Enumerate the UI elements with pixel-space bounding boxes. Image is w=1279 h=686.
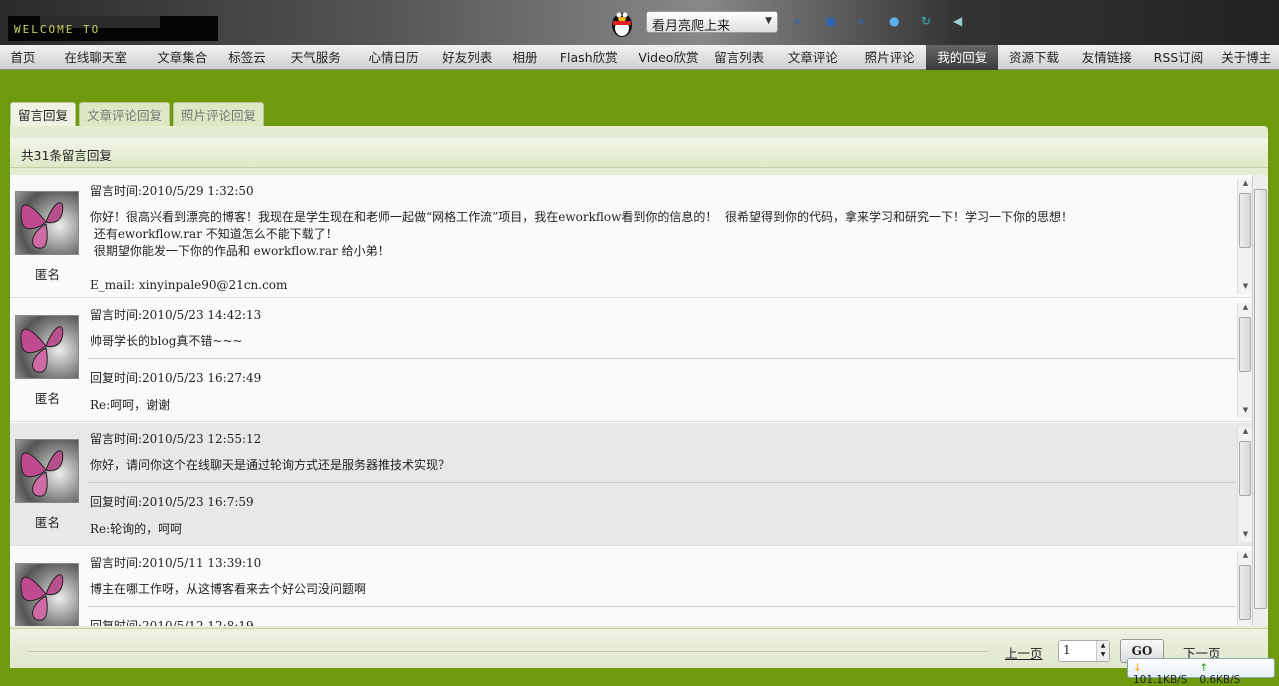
nav-item[interactable]: 首页 [0,45,46,70]
reply-list: 匿名 留言时间:2010/5/29 1:32:50 你好！很高兴看到漂亮的博客！我现… [10,175,1268,626]
message-time: 留言时间:2010/5/23 12:55:12 [90,432,262,446]
list-item: 匿名 留言时间:2010/5/23 12:55:12 你好，请问你这个在线聊天是通过… [10,423,1252,546]
network-speed-widget: ↓ 101.1KB/S ↑ 0.6KB/S [1127,658,1275,686]
nav-item[interactable]: 标签云 [219,45,275,70]
author-name: 匿名 [35,515,61,530]
divider [88,482,1236,483]
upload-arrow-icon: ↑ [1199,662,1209,674]
tab-bar: 留言回复 文章评论回复 照片评论回复 [10,102,265,127]
volume-icon[interactable]: ◀ [953,14,962,28]
top-banner: WELCOME TO 看月亮爬上来 ▼ « ▣ » ● ↻ ◀ [0,0,1279,45]
chevron-down-icon: ▼ [765,16,772,26]
nav-item[interactable]: 关于博主 [1213,45,1279,70]
main-nav: 首页 在线聊天室 文章集合 标签云 天气服务 心情日历 好友列表 相册 Flash欣赏 Video… [0,45,1279,70]
reply-time: 回复时间:2010/5/23 16:7:59 [90,495,254,509]
list-item: 匿名 留言时间:2010/5/23 14:42:13 帅哥学长的blog真不错~~~… [10,299,1252,422]
stop-icon[interactable]: ● [889,14,899,28]
welcome-marquee: WELCOME TO [8,16,218,41]
avatar [15,315,79,379]
nav-item[interactable]: 心情日历 [357,45,431,70]
avatar [15,439,79,503]
message-time: 留言时间:2010/5/29 1:32:50 [90,184,254,198]
summary-header: 共31条留言回复 [10,138,1268,168]
message-text: 帅哥学长的blog真不错~~~ [90,334,243,348]
nav-item[interactable]: 文章评论 [773,45,853,70]
nav-item[interactable]: Flash欣赏 [546,45,632,70]
page-number-input[interactable]: 1 ▲ ▼ [1058,640,1110,662]
nav-item[interactable]: Video欣赏 [632,45,706,70]
tab-item[interactable]: 照片评论回复 [173,102,265,127]
qq-penguin-icon [612,12,632,37]
download-arrow-icon: ↓ [1133,662,1142,674]
avatar [15,191,79,255]
nav-item[interactable]: 文章集合 [145,45,219,70]
reply-text: Re:呵呵，谢谢 [90,398,171,412]
play-icon[interactable]: ▣ [825,14,836,28]
nav-item[interactable]: 资源下载 [998,45,1070,70]
prev-page-link[interactable]: 上一页 [1005,643,1043,662]
next-icon[interactable]: » [857,14,864,28]
author-name: 匿名 [35,391,61,406]
message-text: 博主在哪工作呀，从这博客看来去个好公司没问题啊 [90,582,367,596]
divider [88,358,1236,359]
nav-item[interactable]: RSS订阅 [1144,45,1214,70]
item-scrollbar[interactable]: ▲▼ [1237,427,1252,542]
repeat-icon[interactable]: ↻ [921,14,931,28]
nav-item[interactable]: 留言列表 [705,45,773,70]
previous-icon[interactable]: « [793,14,800,28]
message-text: 你好！很高兴看到漂亮的博客！我现在是学生现在和老师一起做“网格工作流”项目，我在… [90,210,1074,292]
nav-item[interactable]: 在线聊天室 [46,45,146,70]
tab-item[interactable]: 留言回复 [10,102,77,127]
author-name: 匿名 [35,267,61,282]
message-text: 你好，请问你这个在线聊天是通过轮询方式还是服务器推技术实现？ [90,458,451,472]
nav-item[interactable]: 照片评论 [853,45,927,70]
content-panel: 共31条留言回复 匿名 留言时间:2010/5/29 1:32:50 你好！很高兴看… [10,126,1268,668]
nav-item[interactable]: 天气服务 [275,45,357,70]
nav-item[interactable]: 相册 [504,45,546,70]
nav-item[interactable]: 友情链接 [1070,45,1144,70]
page-stepper[interactable]: ▲ ▼ [1096,641,1109,661]
list-item: 匿名 留言时间:2010/5/29 1:32:50 你好！很高兴看到漂亮的博客！我现… [10,175,1252,298]
item-scrollbar[interactable]: ▲▼ [1237,179,1252,294]
list-scrollbar[interactable] [1252,175,1268,626]
pagination: 上一页 1 ▲ ▼ GO 下一页 [10,628,1268,668]
reply-time: 回复时间:2010/5/12 12:8:19 [90,619,254,626]
reply-text: Re:轮询的，呵呵 [90,522,183,536]
item-scrollbar[interactable]: ▲▼ [1237,303,1252,418]
message-time: 留言时间:2010/5/11 13:39:10 [90,556,262,570]
music-select[interactable]: 看月亮爬上来 ▼ [646,11,778,34]
nav-item[interactable]: 好友列表 [430,45,504,70]
avatar [15,563,79,626]
tab-item[interactable]: 文章评论回复 [79,102,171,127]
item-scrollbar[interactable]: ▲▼ [1237,551,1252,626]
reply-time: 回复时间:2010/5/23 16:27:49 [90,371,262,385]
message-time: 留言时间:2010/5/23 14:42:13 [90,308,262,322]
nav-item[interactable]: 我的回复 [926,45,999,70]
list-item: 留言时间:2010/5/11 13:39:10 博主在哪工作呀，从这博客看来去个好… [10,547,1252,626]
divider [88,606,1236,607]
